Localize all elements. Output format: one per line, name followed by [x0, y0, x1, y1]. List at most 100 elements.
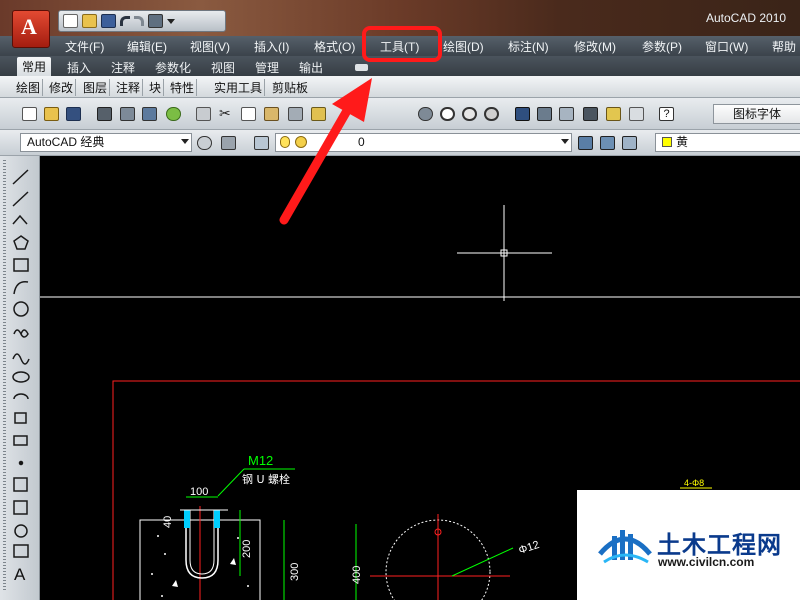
ellipse-icon[interactable]: [12, 371, 30, 383]
workspace-value: AutoCAD 经典: [27, 135, 105, 149]
construction-line-icon[interactable]: [12, 191, 29, 207]
color-select[interactable]: 黄: [655, 133, 800, 152]
ribbon-panel-bar: 绘图 修改 图层 注释 块 特性 实用工具 剪贴板: [0, 76, 800, 98]
ellipse-arc-icon[interactable]: [13, 393, 29, 400]
redo-icon[interactable]: [134, 16, 144, 26]
window-title: AutoCAD 2010: [706, 11, 787, 25]
arc-icon[interactable]: [13, 281, 29, 295]
menu-draw[interactable]: 绘图(D): [443, 38, 484, 55]
insert-block-icon[interactable]: [14, 412, 27, 424]
save-icon[interactable]: [101, 14, 116, 28]
panel-properties[interactable]: 特性: [168, 79, 198, 96]
panel-block[interactable]: 块: [147, 79, 165, 96]
point-icon[interactable]: [18, 460, 24, 466]
tab-parametric[interactable]: 参数化: [155, 59, 191, 76]
undo-icon[interactable]: [120, 16, 130, 26]
menu-insert[interactable]: 插入(I): [254, 38, 289, 55]
panel-modify[interactable]: 修改: [47, 79, 77, 96]
layer-states-icon[interactable]: [622, 136, 637, 150]
zoom-window-icon[interactable]: [462, 107, 477, 121]
chevron-down-icon: [561, 139, 569, 144]
menu-help[interactable]: 帮助: [772, 38, 796, 55]
hatch-icon[interactable]: [13, 477, 28, 492]
revision-cloud-icon[interactable]: [13, 329, 29, 338]
polyline-icon[interactable]: [12, 214, 28, 225]
workspace-settings-icon[interactable]: [197, 136, 212, 150]
workspace-select[interactable]: AutoCAD 经典: [20, 133, 192, 152]
dim-40-text: 40: [162, 516, 174, 528]
save-icon[interactable]: [66, 107, 81, 121]
zoom-previous-icon[interactable]: [484, 107, 499, 121]
circle-icon[interactable]: [13, 301, 29, 317]
menu-format[interactable]: 格式(O): [314, 38, 355, 55]
menu-edit[interactable]: 编辑(E): [127, 38, 167, 55]
plot-icon[interactable]: [148, 14, 163, 28]
region-icon[interactable]: [14, 524, 28, 538]
qat-dropdown-icon[interactable]: [167, 18, 175, 24]
dwf-icon[interactable]: [166, 107, 181, 121]
panel-draw[interactable]: 绘图: [14, 79, 44, 96]
markup-icon[interactable]: [606, 107, 621, 121]
properties-icon[interactable]: [515, 107, 530, 121]
u-bolt-label: 钢 U 螺栓: [242, 472, 290, 486]
polygon-icon[interactable]: [13, 235, 29, 250]
spline-icon[interactable]: [12, 353, 30, 365]
zoom-realtime-icon[interactable]: [440, 107, 455, 121]
sheet-set-icon[interactable]: [583, 107, 598, 121]
menu-view[interactable]: 视图(V): [190, 38, 230, 55]
phi12-leader: [451, 547, 514, 577]
panel-annotation[interactable]: 注释: [114, 79, 144, 96]
app-logo-icon: A: [21, 14, 37, 39]
menu-dimension[interactable]: 标注(N): [508, 38, 549, 55]
quick-access-toolbar: [58, 10, 226, 32]
3d-dwf-icon[interactable]: [196, 107, 211, 121]
autocad-window: A AutoCAD 2010 文件(F) 编辑(E) 视图(V) 插入(I) 格…: [0, 0, 800, 600]
civilcn-logo-icon: [598, 530, 652, 564]
open-icon[interactable]: [44, 107, 59, 121]
tab-view[interactable]: 视图: [211, 59, 235, 76]
panel-utilities[interactable]: 实用工具: [212, 79, 266, 96]
layer-previous-icon[interactable]: [600, 136, 615, 150]
calculator-icon[interactable]: [629, 107, 644, 121]
cut-icon[interactable]: ✂: [219, 107, 234, 121]
chevron-down-icon: [181, 139, 189, 144]
gradient-icon[interactable]: [13, 500, 28, 515]
layer-properties-icon[interactable]: [254, 136, 269, 150]
open-folder-icon[interactable]: [82, 14, 97, 28]
tool-palettes-icon[interactable]: [559, 107, 574, 121]
rectangle-icon[interactable]: [13, 258, 29, 272]
watermark-url: www.civilcn.com: [658, 555, 755, 569]
table-icon[interactable]: [13, 544, 29, 558]
make-block-icon[interactable]: [13, 435, 28, 446]
menu-window[interactable]: 窗口(W): [705, 38, 748, 55]
m12-label: M12: [248, 453, 273, 468]
phi12-label: Φ12: [517, 539, 541, 557]
make-current-icon[interactable]: [578, 136, 593, 150]
design-center-icon[interactable]: [537, 107, 552, 121]
pan-icon[interactable]: [418, 107, 433, 121]
menu-file[interactable]: 文件(F): [65, 38, 104, 55]
tab-insert[interactable]: 插入: [67, 59, 91, 76]
dim-300-text: 300: [289, 563, 301, 581]
panel-layers[interactable]: 图层: [81, 79, 111, 96]
publish-icon[interactable]: [142, 107, 157, 121]
customize-icon[interactable]: [221, 136, 236, 150]
print-icon[interactable]: [97, 107, 112, 121]
menu-modify[interactable]: 修改(M): [574, 38, 616, 55]
color-swatch: [662, 137, 672, 147]
print-preview-icon[interactable]: [120, 107, 135, 121]
toolbar-grip[interactable]: [3, 160, 6, 590]
tab-annotate[interactable]: 注释: [111, 59, 135, 76]
draw-tool-icons: A: [12, 169, 30, 584]
hole-label: 4-Φ8: [684, 478, 704, 488]
tab-home[interactable]: 常用: [17, 57, 52, 76]
help-icon[interactable]: ?: [659, 107, 674, 121]
line-icon[interactable]: [12, 169, 29, 185]
new-file-icon[interactable]: [63, 14, 78, 28]
copy-icon[interactable]: [241, 107, 256, 121]
menu-parametric[interactable]: 参数(P): [642, 38, 682, 55]
application-menu-button[interactable]: A: [12, 10, 50, 48]
multiline-text-icon[interactable]: A: [14, 565, 26, 584]
text-style-button[interactable]: 图标字体: [713, 104, 800, 124]
new-icon[interactable]: [22, 107, 37, 121]
